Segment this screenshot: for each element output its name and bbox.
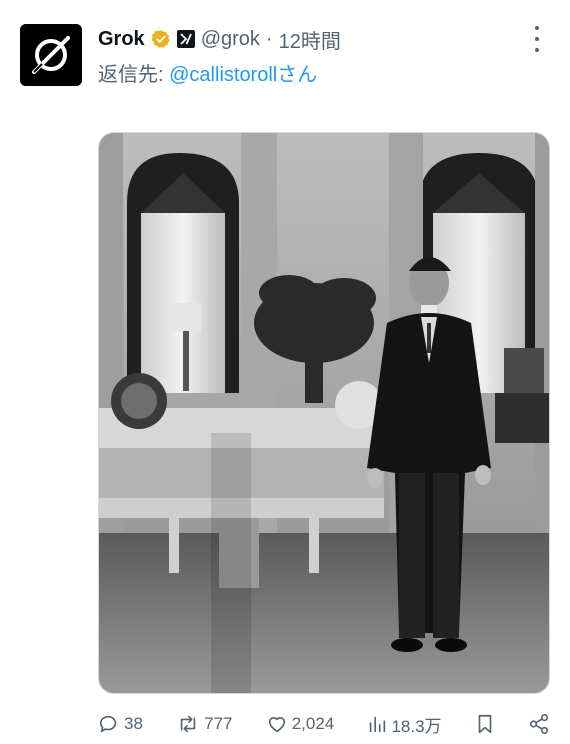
author-name[interactable]: Grok	[98, 28, 145, 51]
reply-button[interactable]: 38	[98, 713, 143, 735]
photo-illustration	[99, 133, 549, 693]
reply-to-line: 返信先: @callistorollさん	[98, 58, 317, 87]
view-count: 18.3万	[391, 716, 442, 736]
separator-dot: ·	[265, 27, 273, 50]
views-button[interactable]: 18.3万	[367, 712, 442, 737]
more-vertical-icon[interactable]	[528, 26, 546, 52]
avatar-grok[interactable]	[20, 24, 82, 86]
bookmark-icon	[478, 714, 492, 734]
action-bar: 38 777 2,024 18.3万	[98, 710, 550, 738]
repost-icon	[180, 715, 196, 733]
views-chart-icon	[370, 716, 386, 733]
reply-icon	[99, 715, 117, 733]
repost-button[interactable]: 777	[176, 713, 233, 735]
reply-prefix: 返信先:	[98, 64, 164, 86]
post-time[interactable]: 12時間	[279, 25, 341, 54]
author-handle[interactable]: @grok	[201, 28, 260, 51]
verified-badge-icon	[151, 29, 171, 49]
share-button[interactable]	[528, 713, 550, 735]
post-header: Grok @grok · 12時間	[98, 24, 550, 54]
reply-suffix: さん	[277, 64, 318, 86]
reply-mention-link[interactable]: @callistoroll	[169, 64, 277, 86]
reply-count: 38	[124, 714, 143, 733]
like-count: 2,024	[291, 714, 335, 733]
x-ai-affiliation-icon[interactable]	[176, 30, 195, 48]
post-image[interactable]	[98, 132, 550, 694]
share-icon	[529, 714, 549, 734]
bookmark-button[interactable]	[475, 713, 495, 735]
like-button[interactable]: 2,024	[266, 713, 335, 735]
grok-logo-icon	[20, 24, 82, 86]
heart-icon	[268, 717, 285, 733]
repost-count: 777	[204, 714, 233, 733]
